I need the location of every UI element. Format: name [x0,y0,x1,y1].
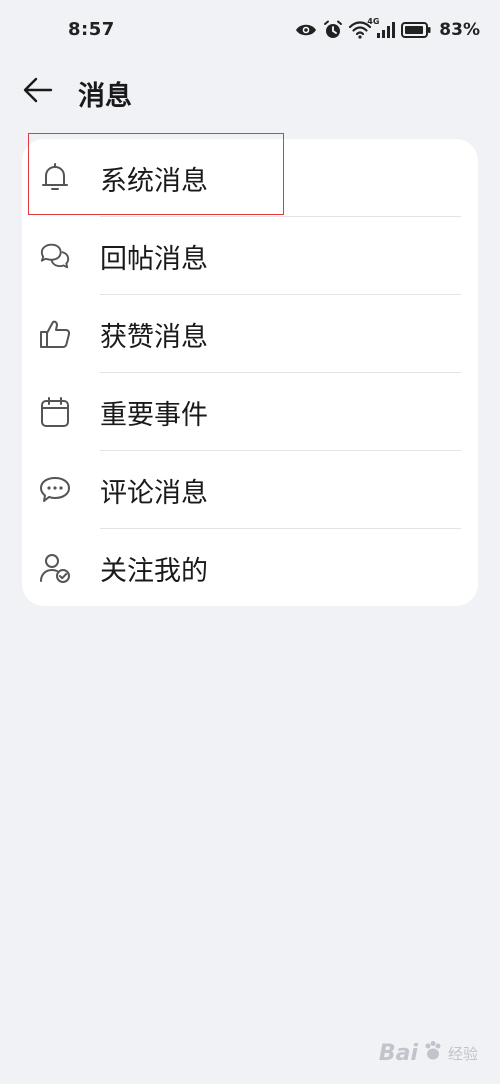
network-type-label: 4G [367,17,380,26]
list-item-important-events[interactable]: 重要事件 [22,373,478,451]
watermark: Bai 经验 [379,1040,478,1066]
comment-icon [39,474,71,506]
list-item-label: 回帖消息 [100,244,208,275]
watermark-sub: 经验 [447,1044,478,1063]
status-time: 8:57 [68,19,115,40]
battery-icon [401,22,431,38]
bell-icon [39,162,71,194]
watermark-brand: Bai [378,1040,418,1066]
list-item-reply-messages[interactable]: 回帖消息 [22,217,478,295]
page-title: 消息 [78,81,132,112]
wifi-icon: 4G [349,17,379,39]
list-item-label: 重要事件 [100,400,208,431]
back-button[interactable] [18,72,58,112]
status-icons: 4G 83% [295,17,480,40]
eye-icon [295,22,317,38]
arrow-left-icon [23,77,53,107]
alarm-icon [323,20,343,40]
list-item-system-messages[interactable]: 系统消息 [22,139,478,217]
list-item-label: 获赞消息 [100,322,208,353]
chat-bubbles-icon [39,240,71,272]
list-item-likes-messages[interactable]: 获赞消息 [22,295,478,373]
paw-icon [422,1040,444,1066]
list-item-comment-messages[interactable]: 评论消息 [22,451,478,529]
list-item-followers[interactable]: 关注我的 [22,529,478,606]
signal-icon [377,22,396,38]
status-bar: 8:57 4G 83% [0,0,500,62]
list-item-label: 评论消息 [100,478,208,509]
battery-percent: 83% [439,20,480,40]
thumbs-up-icon [39,318,71,350]
message-category-list: 系统消息 回帖消息 获赞消息 重要事件 评论消息 关注我的 [22,139,478,606]
calendar-icon [39,396,71,428]
header: 消息 [0,62,500,120]
list-item-label: 关注我的 [100,556,208,587]
list-item-label: 系统消息 [100,166,208,197]
user-check-icon [39,552,71,584]
